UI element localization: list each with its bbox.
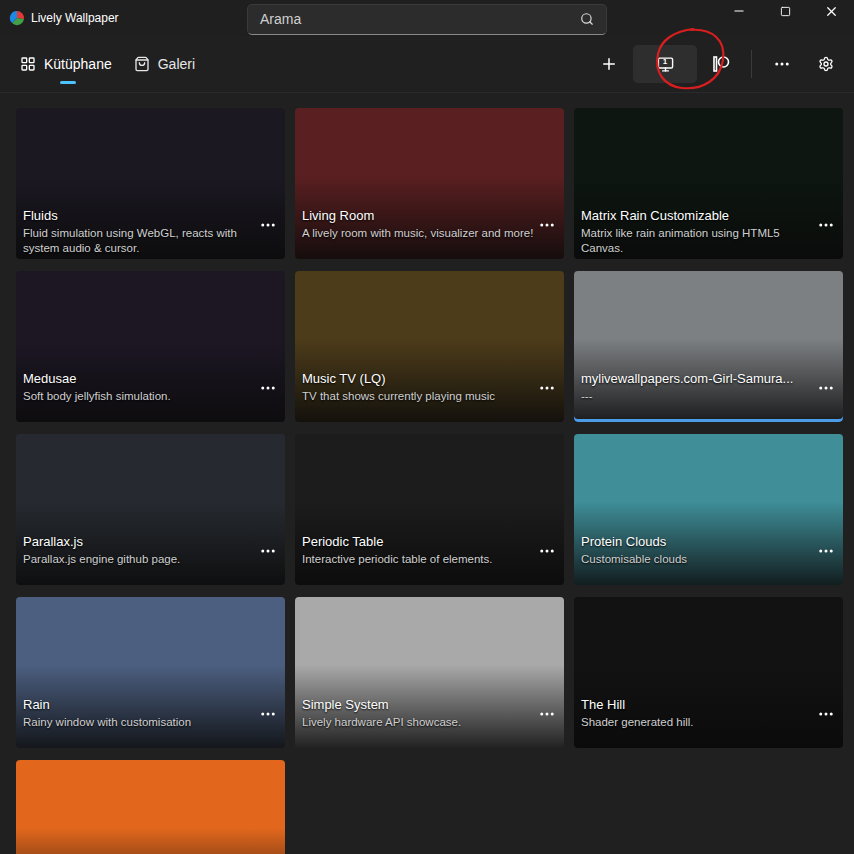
wallpaper-card[interactable]: Protein Clouds Customisable clouds [574,434,843,585]
wallpaper-title: Parallax.js [23,534,259,549]
card-menu-button[interactable] [259,379,277,397]
card-menu-button[interactable] [259,216,277,234]
more-icon [538,379,556,397]
tab-indicator [60,81,76,84]
wallpaper-description: Matrix like rain animation using HTML5 C… [581,226,817,256]
more-icon [259,379,277,397]
card-menu-button[interactable] [538,216,556,234]
monitor-button[interactable]: 1 [633,45,697,83]
card-menu-button[interactable] [817,542,835,560]
patreon-icon [711,54,731,74]
wallpaper-title: Music TV (LQ) [302,371,538,386]
window-title: Lively Wallpaper [31,11,119,25]
app-window: Lively Wallpaper Arama Kütüphane Galeri 1 Flu… [0,0,854,854]
wallpaper-title: The Hill [581,697,817,712]
wallpaper-card[interactable]: Periodic Table Interactive periodic table… [295,434,564,585]
red-circle-annotation [650,26,732,94]
gear-icon [818,56,834,72]
library-icon [20,56,36,72]
wallpaper-description: Interactive periodic table of elements. [302,552,538,567]
more-icon [817,542,835,560]
maximize-icon [780,6,791,17]
wallpaper-card[interactable]: Rain Rainy window with customisation [16,597,285,748]
more-icon [538,216,556,234]
wallpaper-card[interactable]: Living Room A lively room with music, vis… [295,108,564,259]
more-icon [259,216,277,234]
wallpaper-description: Shader generated hill. [581,715,817,730]
card-menu-button[interactable] [817,705,835,723]
maximize-button[interactable] [762,0,808,22]
wallpaper-card[interactable]: Fluids Fluid simulation using WebGL, reac… [16,108,285,259]
search-icon [580,12,594,26]
nav-tab[interactable]: Galeri [134,36,195,92]
close-icon [824,4,839,19]
wallpaper-title: mylivewallpapers.com-Girl-Samura... [581,371,817,386]
more-icon [538,542,556,560]
wallpaper-title: Periodic Table [302,534,538,549]
card-menu-button[interactable] [259,542,277,560]
more-icon [817,216,835,234]
close-button[interactable] [808,0,854,22]
nav-tab[interactable]: Kütüphane [20,36,112,92]
wallpaper-description: Fluid simulation using WebGL, reacts wit… [23,226,259,256]
wallpaper-title: Protein Clouds [581,534,817,549]
monitor-number: 1 [663,57,667,66]
card-menu-button[interactable] [817,379,835,397]
more-icon [773,55,791,73]
more-icon [817,705,835,723]
card-menu-button[interactable] [538,379,556,397]
wallpaper-card[interactable] [16,760,285,854]
gallery-icon [134,56,150,72]
wallpaper-card[interactable]: Music TV (LQ) TV that shows currently pla… [295,271,564,422]
nav-bar: Kütüphane Galeri 1 [0,36,854,93]
title-bar: Lively Wallpaper Arama [0,0,854,36]
more-button[interactable] [762,45,802,83]
plus-icon [600,55,618,73]
wallpaper-description: Customisable clouds [581,552,817,567]
more-icon [259,542,277,560]
card-menu-button[interactable] [538,705,556,723]
wallpaper-card[interactable]: Matrix Rain Customizable Matrix like rain… [574,108,843,259]
more-icon [538,705,556,723]
wallpaper-description: Lively hardware API showcase. [302,715,538,730]
card-menu-button[interactable] [817,216,835,234]
wallpaper-description: Soft body jellyfish simulation. [23,389,259,404]
wallpaper-title: Simple System [302,697,538,712]
wallpaper-card[interactable]: Parallax.js Parallax.js engine github pag… [16,434,285,585]
add-button[interactable] [589,45,629,83]
wallpaper-description: Parallax.js engine github page. [23,552,259,567]
app-logo-icon [9,10,25,26]
wallpaper-description: TV that shows currently playing music [302,389,538,404]
wallpaper-grid: Fluids Fluid simulation using WebGL, reac… [0,93,854,854]
search-placeholder: Arama [260,11,301,27]
patreon-button[interactable] [701,45,741,83]
wallpaper-title: Medusae [23,371,259,386]
more-icon [259,705,277,723]
wallpaper-title: Fluids [23,208,259,223]
wallpaper-title: Living Room [302,208,538,223]
minimize-icon [732,4,746,18]
card-menu-button[interactable] [259,705,277,723]
more-icon [817,379,835,397]
search-box[interactable]: Arama [247,4,607,35]
minimize-button[interactable] [716,0,762,22]
wallpaper-card[interactable]: mylivewallpapers.com-Girl-Samura... --- [574,271,843,422]
wallpaper-description: --- [581,389,817,404]
card-menu-button[interactable] [538,542,556,560]
wallpaper-description: A lively room with music, visualizer and… [302,226,538,241]
wallpaper-card[interactable]: Medusae Soft body jellyfish simulation. [16,271,285,422]
settings-button[interactable] [806,45,846,83]
wallpaper-card[interactable]: Simple System Lively hardware API showcas… [295,597,564,748]
wallpaper-card[interactable]: The Hill Shader generated hill. [574,597,843,748]
wallpaper-description: Rainy window with customisation [23,715,259,730]
wallpaper-title: Matrix Rain Customizable [581,208,817,223]
wallpaper-title: Rain [23,697,259,712]
